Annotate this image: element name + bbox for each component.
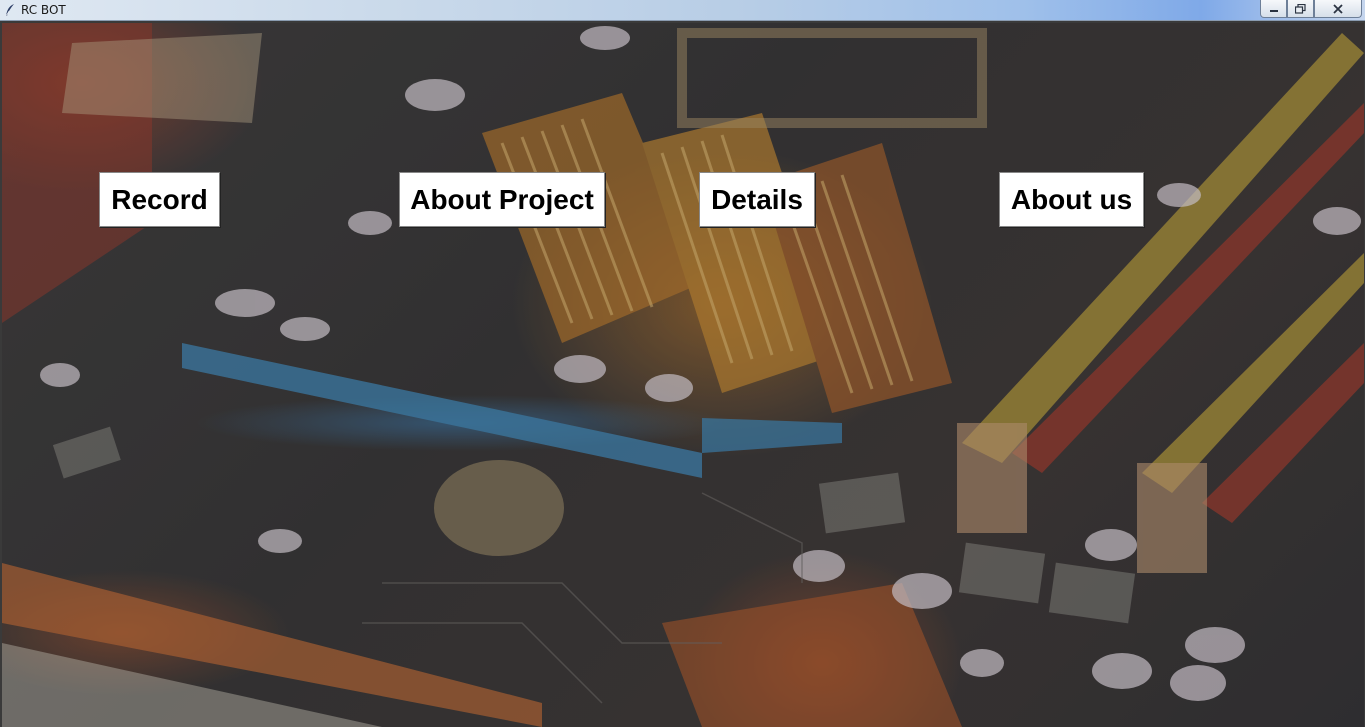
about-us-button[interactable]: About us <box>999 172 1144 227</box>
close-icon <box>1333 3 1343 14</box>
record-button[interactable]: Record <box>99 172 220 227</box>
dim-overlay <box>2 23 1364 727</box>
close-button[interactable] <box>1314 0 1362 18</box>
window-title: RC BOT <box>21 3 66 17</box>
app-window: RC BOT Record About Project Details Abou… <box>0 0 1365 727</box>
title-bar[interactable]: RC BOT <box>0 0 1365 21</box>
main-canvas: Record About Project Details About us <box>2 23 1364 727</box>
minimize-button[interactable] <box>1260 0 1287 18</box>
about-project-button[interactable]: About Project <box>399 172 605 227</box>
restore-button[interactable] <box>1287 0 1314 18</box>
details-button[interactable]: Details <box>699 172 815 227</box>
minimize-icon <box>1269 9 1278 12</box>
restore-icon <box>1295 3 1306 14</box>
feather-icon <box>5 4 14 17</box>
